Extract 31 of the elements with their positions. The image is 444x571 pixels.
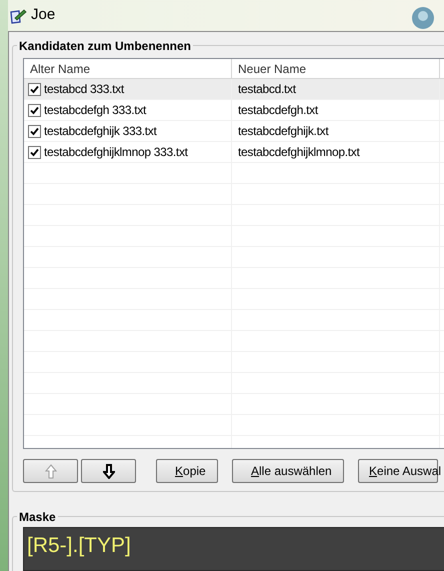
check-icon — [30, 126, 39, 136]
down-arrow-icon — [102, 464, 114, 478]
column-header[interactable]: Neuer Name — [232, 59, 440, 78]
checkbox[interactable] — [28, 146, 41, 158]
check-icon — [30, 84, 39, 94]
list-row[interactable]: testabcdefghijklmnop 333.txt testabcdefghijklmnop.txt — [24, 142, 444, 163]
table-cell-text: testabcdefgh.txt — [238, 102, 318, 119]
table-cell-text: testabcdefghijklmnop 333.txt — [44, 144, 188, 161]
list-row[interactable]: testabcdefghijk 333.txt testabcdefghijk.txt — [24, 121, 444, 142]
window-title: Joe — [31, 5, 56, 26]
table-cell-text: testabcd 333.txt — [44, 81, 124, 98]
table-cell-text: testabcdefghijklmnop.txt — [238, 144, 360, 161]
action-button[interactable]: Kopie — [156, 459, 218, 483]
table-cell-text: testabcd.txt — [238, 81, 296, 98]
list-row[interactable]: testabcdefgh 333.txt testabcdefgh.txt — [24, 100, 444, 121]
table-cell-text: testabcdefgh 333.txt — [44, 102, 146, 119]
up-arrow-icon — [44, 464, 56, 478]
move-down-button[interactable] — [81, 459, 136, 483]
action-button[interactable]: Alle auswählen — [232, 459, 344, 483]
notepad-pen-icon — [9, 8, 27, 24]
check-icon — [30, 106, 39, 114]
table-cell-text: testabcdefghijk 333.txt — [44, 123, 157, 140]
table-cell-text: testabcdefghijk.txt — [238, 123, 328, 140]
checkbox[interactable] — [28, 82, 41, 96]
checkbox[interactable] — [28, 104, 41, 116]
action-button[interactable]: Keine Auswal — [358, 459, 438, 483]
check-icon — [30, 148, 39, 156]
column-header[interactable]: Alter Name — [24, 59, 232, 78]
checkbox[interactable] — [28, 124, 41, 138]
mask-field[interactable]: [R5-].[TYP] — [23, 527, 444, 571]
list-row[interactable]: testabcd 333.txt testabcd.txt — [24, 79, 444, 100]
